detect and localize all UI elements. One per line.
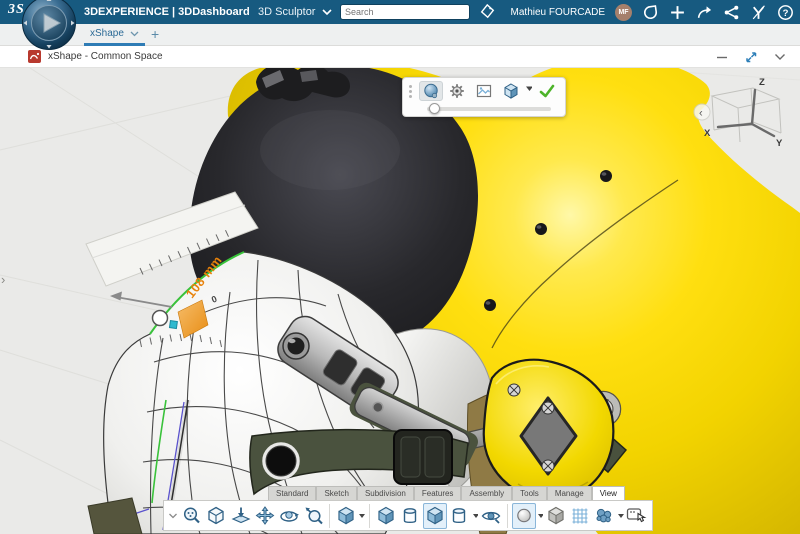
minimize-icon[interactable] [716, 51, 728, 63]
action-bar-tabs: Standard Sketch Subdivision Features Ass… [268, 486, 625, 500]
work-grid-tool[interactable] [568, 503, 591, 529]
tab-view[interactable]: View [592, 486, 625, 500]
snapshot-icon[interactable] [472, 81, 496, 101]
axis-y-label[interactable]: Y [776, 138, 783, 149]
pan-tool[interactable] [253, 503, 276, 529]
tab-manage[interactable]: Manage [547, 486, 592, 500]
dropdown-caret-icon[interactable] [472, 503, 479, 529]
share-forward-icon[interactable] [696, 4, 713, 21]
tab-subdivision[interactable]: Subdivision [357, 486, 414, 500]
dropdown-caret-icon[interactable] [617, 503, 624, 529]
hidden-edges-tool[interactable] [448, 503, 471, 529]
view-mode-cube-tool[interactable] [334, 503, 357, 529]
dropdown-caret-icon[interactable] [358, 503, 365, 529]
shaded-cube-tool[interactable] [374, 503, 397, 529]
cube-view-tool[interactable] [499, 81, 523, 101]
touch-settings-tool[interactable] [625, 503, 648, 529]
render-style-tool[interactable] [512, 503, 536, 529]
dropdown-caret-icon[interactable] [537, 503, 544, 529]
shaded-sphere-tool[interactable] [419, 81, 443, 101]
tab-xshape[interactable]: xShape [84, 24, 145, 46]
toolbar-separator [329, 504, 330, 528]
snap-point[interactable] [169, 321, 177, 329]
update-gear-icon[interactable] [446, 81, 470, 101]
user-name[interactable]: Mathieu FOURCADE [511, 7, 605, 18]
top-bar-right: Mathieu FOURCADE MF ? [511, 0, 794, 24]
3d-viewport[interactable]: 0 108 mm Z X Y ‹ [0, 68, 800, 534]
normal-to-tool[interactable] [229, 503, 252, 529]
3dexperience-window: 3S 3DEXPERIENCE | 3DDashboard 3D Sculpto… [0, 0, 800, 534]
svg-text:?: ? [783, 7, 789, 18]
tag-icon[interactable] [478, 3, 496, 21]
app-title-bar: xShape - Common Space [0, 46, 800, 68]
chevron-down-icon[interactable] [322, 9, 332, 16]
camera-mount[interactable] [256, 68, 350, 101]
brand-title: 3DEXPERIENCE | 3DDashboard [84, 0, 250, 24]
notification-icon[interactable] [642, 4, 659, 21]
help-icon[interactable]: ? [777, 4, 794, 21]
rotate-tool[interactable] [278, 503, 301, 529]
tab-label: xShape [90, 28, 124, 39]
tab-assembly[interactable]: Assembly [461, 486, 512, 500]
toolbar-separator [507, 504, 508, 528]
slider-knob[interactable] [429, 103, 440, 114]
tab-features[interactable]: Features [414, 486, 462, 500]
search-input[interactable] [341, 7, 466, 17]
confirm-check-button[interactable] [535, 81, 559, 101]
drag-handle-point[interactable] [153, 311, 168, 326]
visibility-eye-tool[interactable] [479, 503, 502, 529]
3d-scene[interactable]: 0 108 mm Z X Y ‹ [0, 68, 800, 534]
svg-text:‹: ‹ [699, 108, 703, 120]
dropdown-caret-icon[interactable] [525, 78, 532, 104]
cylinder-style-tool[interactable] [398, 503, 421, 529]
resize-icon[interactable] [744, 50, 758, 64]
toolbar-collapse-icon[interactable] [168, 512, 177, 520]
tree-expander[interactable]: › [1, 272, 5, 287]
xshape-app-icon [28, 50, 41, 63]
zoom-area-tool[interactable] [180, 503, 203, 529]
shaded-edges-tool[interactable] [423, 503, 447, 529]
swym-icon[interactable] [750, 4, 767, 21]
axis-x-label[interactable]: X [704, 128, 711, 139]
top-bar: 3S 3DEXPERIENCE | 3DDashboard 3D Sculpto… [0, 0, 800, 24]
multi-body-tool[interactable] [593, 503, 616, 529]
toolbar-separator [369, 504, 370, 528]
tab-tools[interactable]: Tools [512, 486, 547, 500]
browser-tab-bar: xShape + [0, 24, 800, 46]
look-at-tool[interactable] [302, 503, 325, 529]
new-tab-button[interactable]: + [146, 24, 164, 46]
add-icon[interactable] [669, 4, 686, 21]
avatar[interactable]: MF [615, 4, 632, 21]
floating-command-toolbar [402, 77, 566, 117]
drag-handle-icon[interactable] [409, 85, 412, 98]
tab-standard[interactable]: Standard [268, 486, 316, 500]
matte-cube-tool[interactable] [544, 503, 567, 529]
panel-collapse-button[interactable]: ‹ [694, 104, 710, 120]
window-controls [716, 46, 786, 68]
collapse-icon[interactable] [774, 53, 786, 61]
axis-z-label[interactable]: Z [759, 77, 765, 88]
play-compass-icon[interactable] [21, 0, 77, 51]
weight-slider[interactable] [427, 107, 551, 111]
visor-highlight [260, 110, 400, 190]
search-box[interactable] [340, 4, 470, 20]
chevron-down-icon[interactable] [130, 31, 139, 37]
iso-view-tool[interactable] [205, 503, 228, 529]
share-network-icon[interactable] [723, 4, 740, 21]
view-tools-toolbar [163, 500, 653, 531]
app-switcher[interactable]: 3D Sculptor [258, 0, 315, 24]
tab-sketch[interactable]: Sketch [316, 486, 356, 500]
